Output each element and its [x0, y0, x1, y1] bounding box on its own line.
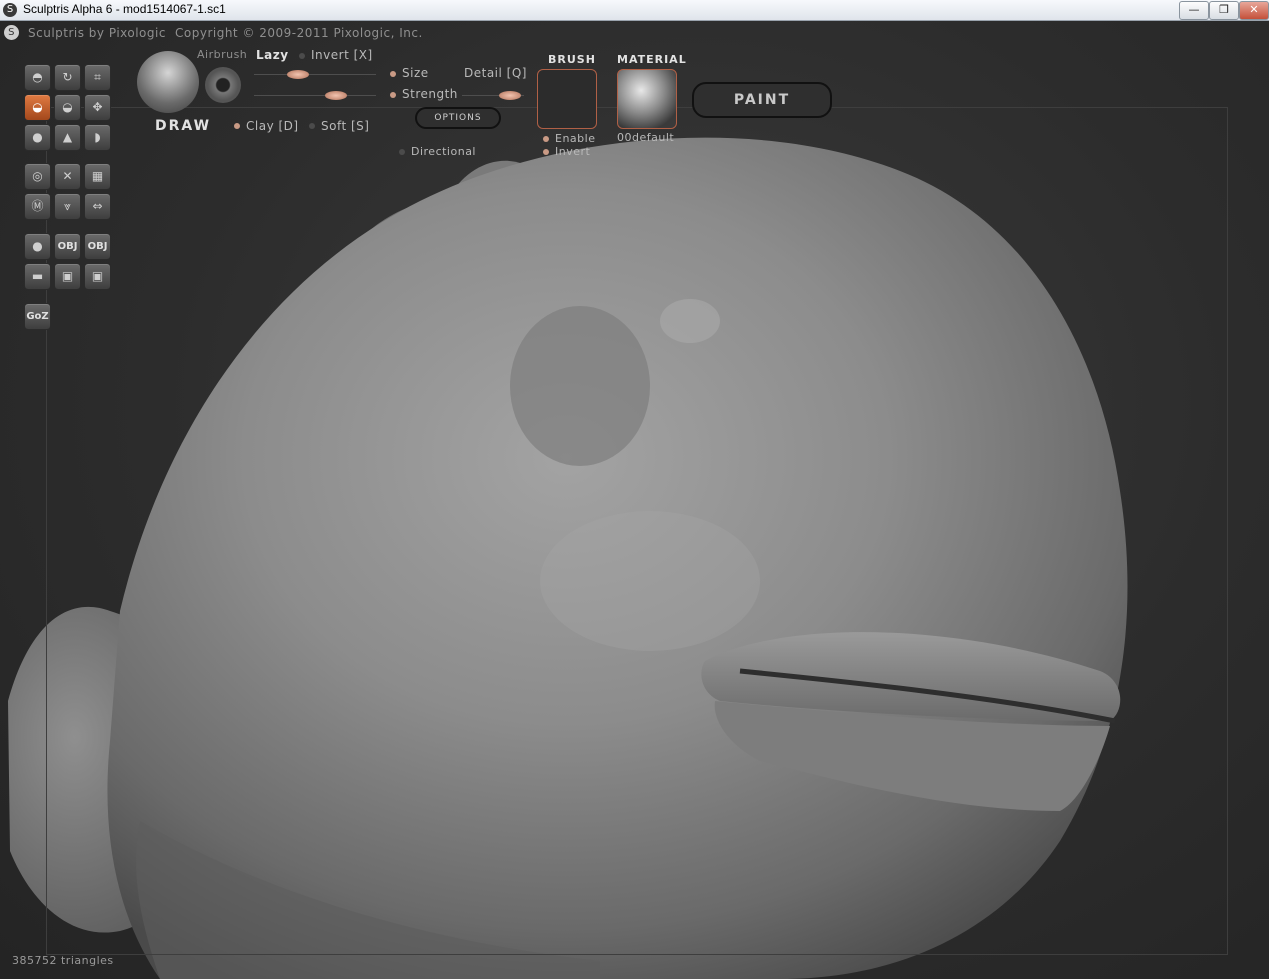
rotate-tool-button[interactable]: ↻ — [54, 64, 81, 91]
options-button[interactable]: OPTIONS — [415, 107, 501, 129]
size-radio[interactable] — [390, 71, 396, 77]
sculptris-app-icon: S — [3, 3, 17, 17]
invert-label[interactable]: Invert [X] — [311, 48, 373, 62]
window-title: Sculptris Alpha 6 - mod1514067-1.sc1 — [23, 2, 226, 16]
save-file-button[interactable]: ▣ — [84, 263, 111, 290]
size-label[interactable]: Size — [402, 66, 429, 80]
material-preview-sphere[interactable] — [617, 69, 677, 129]
size-slider-knob[interactable] — [287, 70, 309, 79]
maximize-button[interactable]: ❐ — [1209, 1, 1239, 20]
mirror-button[interactable]: Ⓜ — [24, 193, 51, 220]
scale-tool-button[interactable]: ⌗ — [84, 64, 111, 91]
grab-tool-button[interactable]: ✥ — [84, 94, 111, 121]
brush-invert-label[interactable]: Invert — [555, 145, 590, 158]
brush-preview-icon[interactable] — [137, 51, 199, 113]
brush-enable-label[interactable]: Enable — [555, 132, 595, 145]
import-obj-button[interactable]: OBJ — [54, 233, 81, 260]
invert-radio[interactable] — [299, 53, 305, 59]
directional-label[interactable]: Directional — [411, 145, 476, 158]
strength-slider-knob[interactable] — [325, 91, 347, 100]
viewport-frame — [46, 107, 1228, 955]
symmetry-button[interactable]: ◎ — [24, 163, 51, 190]
flatten-tool-button[interactable]: ◒ — [54, 94, 81, 121]
minimize-button[interactable]: — — [1179, 1, 1209, 20]
strength-radio[interactable] — [390, 92, 396, 98]
size-slider-track[interactable] — [254, 74, 376, 75]
wireframe-button[interactable]: ✕ — [54, 163, 81, 190]
brush-invert-radio[interactable] — [543, 149, 549, 155]
lazy-label[interactable]: Lazy — [256, 48, 289, 62]
airbrush-toggle-icon[interactable] — [205, 67, 241, 103]
brush-enable-radio[interactable] — [543, 136, 549, 142]
detail-label[interactable]: Detail [Q] — [464, 66, 527, 80]
tool-name-label: DRAW — [155, 118, 212, 134]
export-obj-button[interactable]: OBJ — [84, 233, 111, 260]
airbrush-label: Airbrush — [197, 48, 248, 61]
reduce-brush-button[interactable]: ⩔ — [54, 193, 81, 220]
close-button[interactable]: ✕ — [1239, 1, 1269, 20]
sculptris-logo-icon: S — [4, 25, 19, 40]
directional-radio[interactable] — [399, 149, 405, 155]
brush-texture-slot[interactable] — [537, 69, 597, 129]
strength-label[interactable]: Strength — [402, 87, 458, 101]
goz-button[interactable]: GoZ — [24, 303, 51, 330]
window-titlebar: S Sculptris Alpha 6 - mod1514067-1.sc1 —… — [0, 0, 1269, 21]
copyright-label: Copyright © 2009-2011 Pixologic, Inc. — [175, 26, 423, 40]
inflate-tool-button[interactable]: ● — [24, 124, 51, 151]
clay-radio[interactable] — [234, 123, 240, 129]
draw-tool-button[interactable]: ◒ — [24, 94, 51, 121]
soft-label[interactable]: Soft [S] — [321, 119, 369, 133]
open-file-button[interactable]: ▣ — [54, 263, 81, 290]
material-name-label: 00default — [617, 131, 675, 144]
grid-button[interactable]: ▦ — [84, 163, 111, 190]
pinch-tool-button[interactable]: ▲ — [54, 124, 81, 151]
brush-section-title: BRUSH — [548, 53, 596, 66]
new-plane-button[interactable]: ▬ — [24, 263, 51, 290]
soft-radio[interactable] — [309, 123, 315, 129]
brand-label: Sculptris by Pixologic — [28, 26, 166, 40]
new-sphere-button[interactable]: ● — [24, 233, 51, 260]
material-section-title: MATERIAL — [617, 53, 687, 66]
detail-slider-knob[interactable] — [499, 91, 521, 100]
clay-label[interactable]: Clay [D] — [246, 119, 299, 133]
smooth-tool-button[interactable]: ◗ — [84, 124, 111, 151]
strength-slider-track[interactable] — [254, 95, 376, 96]
triangle-count-status: 385752 triangles — [12, 954, 114, 967]
paint-mode-button[interactable]: PAINT — [692, 82, 832, 118]
translate-button[interactable]: ⇔ — [84, 193, 111, 220]
crease-tool-button[interactable]: ◓ — [24, 64, 51, 91]
sculpt-viewport[interactable]: S Sculptris by Pixologic Copyright © 200… — [0, 21, 1269, 979]
